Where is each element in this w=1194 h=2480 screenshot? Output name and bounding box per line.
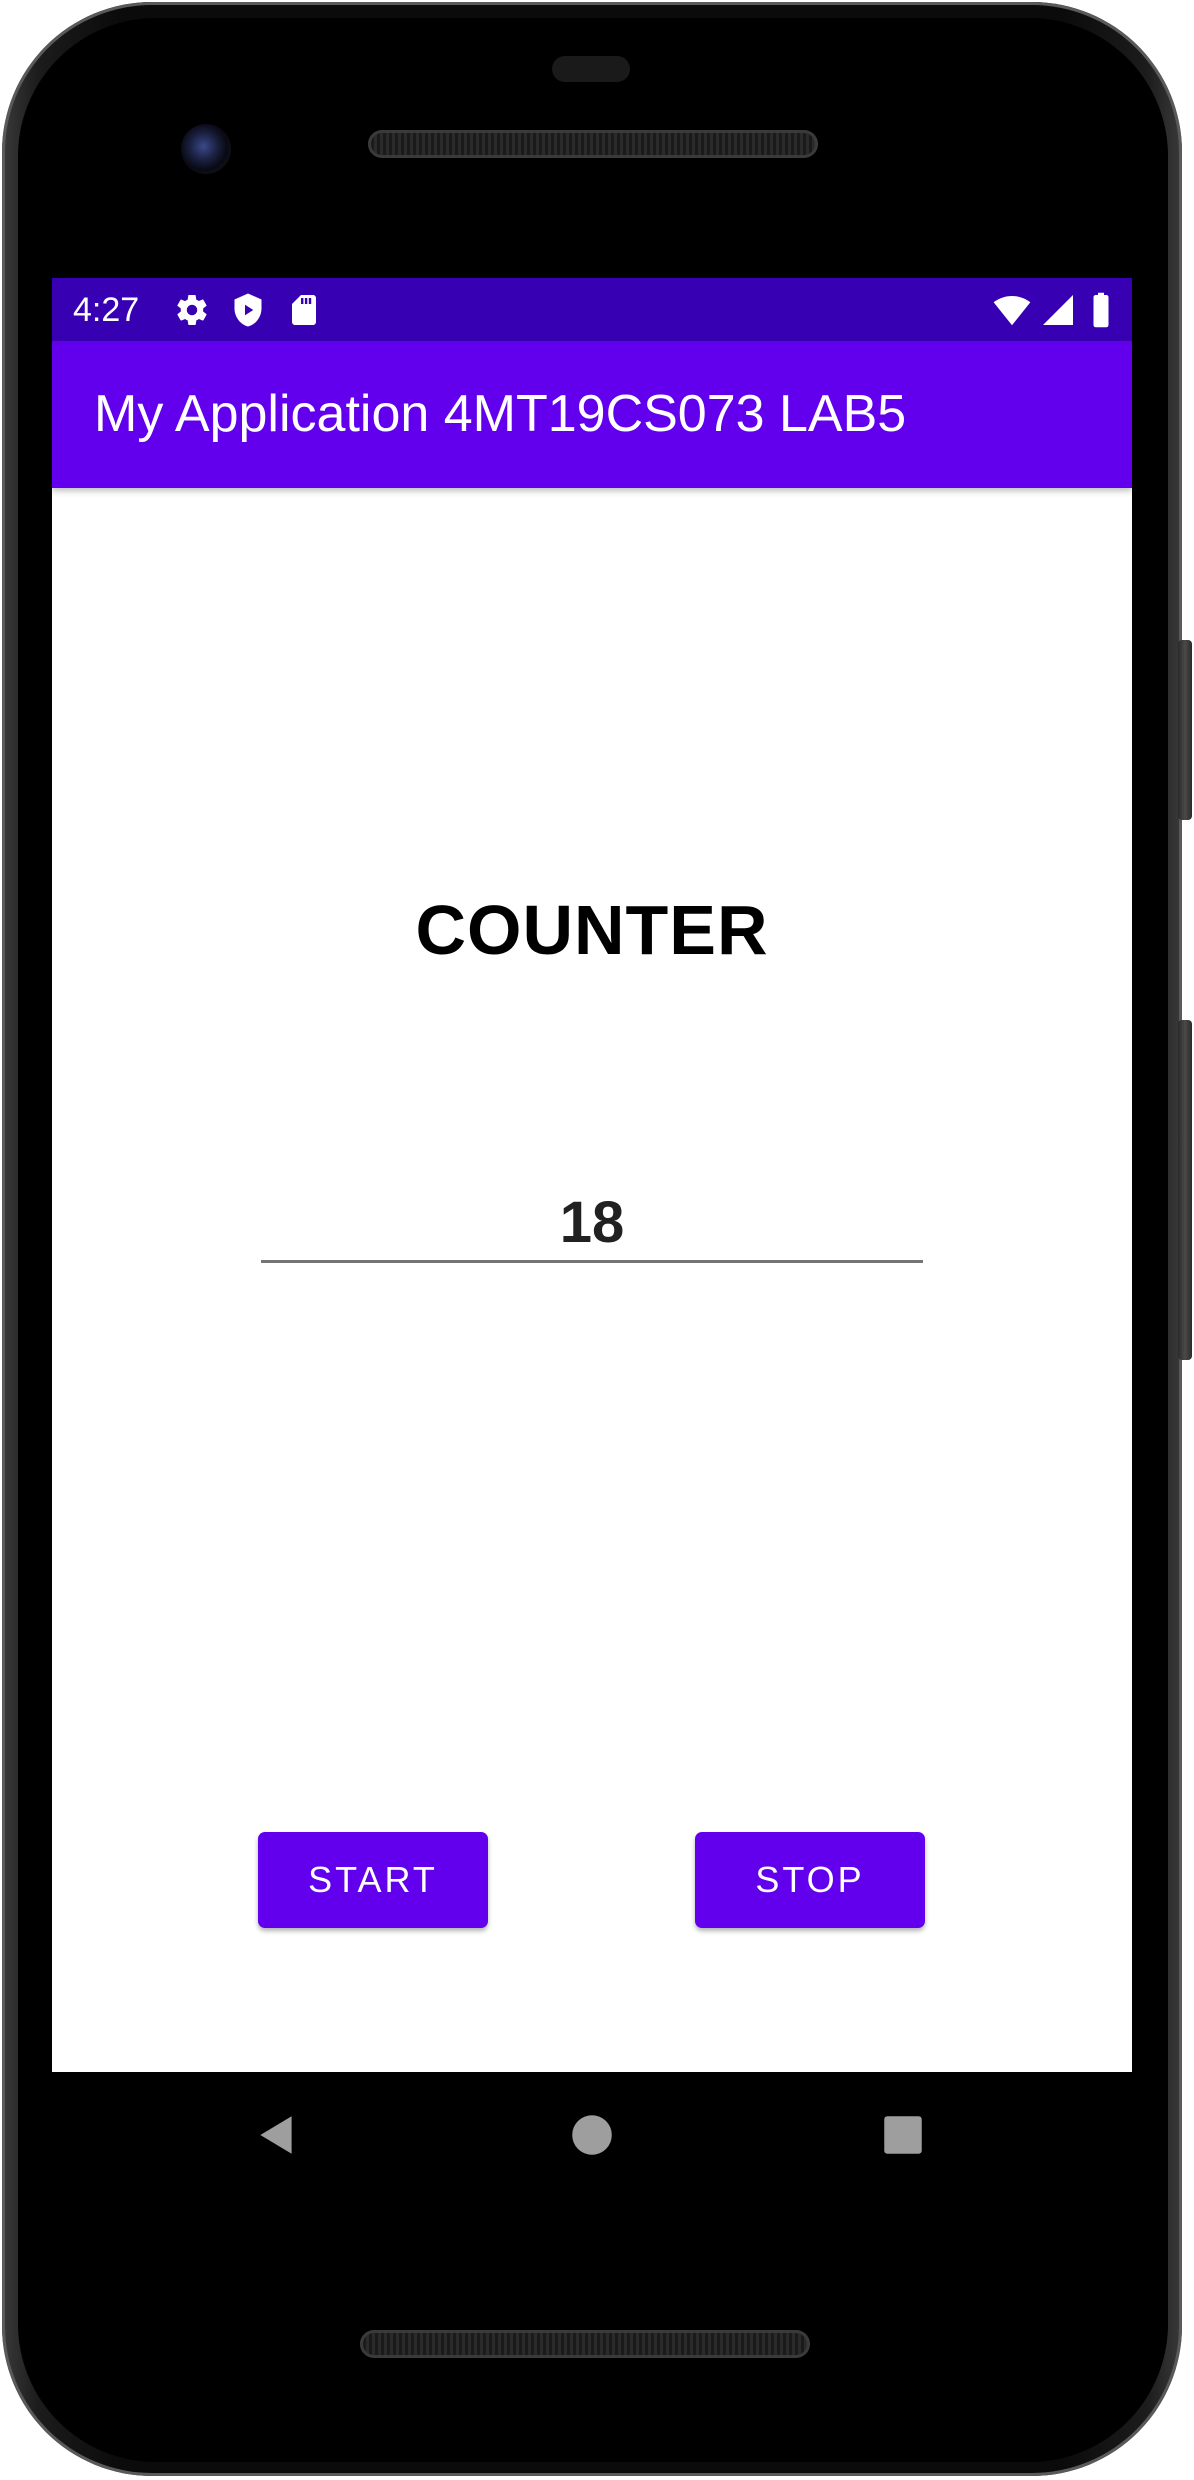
back-icon[interactable]	[252, 2110, 302, 2160]
recents-icon[interactable]	[878, 2110, 928, 2160]
front-camera-icon	[181, 124, 231, 174]
power-button	[1178, 640, 1192, 820]
settings-gear-icon	[177, 295, 207, 326]
earpiece-slot	[552, 56, 630, 82]
start-button[interactable]: START	[258, 1832, 488, 1928]
device-mockup: 4:27 My Application 4MT19CS073 LAB5 COUN…	[0, 0, 1194, 2480]
app-toolbar: My Application 4MT19CS073 LAB5	[52, 341, 1132, 488]
counter-heading: COUNTER	[415, 891, 769, 969]
stop-button[interactable]: STOP	[695, 1832, 925, 1928]
app-title: My Application 4MT19CS073 LAB5	[94, 385, 907, 443]
status-time: 4:27	[73, 291, 140, 329]
play-protect-shield-icon	[234, 293, 262, 327]
wifi-icon	[993, 295, 1031, 326]
app-screen: 4:27 My Application 4MT19CS073 LAB5 COUN…	[52, 278, 1132, 2072]
battery-icon	[1093, 292, 1109, 328]
bottom-speaker-grille	[360, 2330, 810, 2358]
status-bar: 4:27	[52, 278, 1132, 341]
cell-signal-icon	[1043, 295, 1073, 325]
sd-card-icon	[292, 295, 316, 325]
home-icon[interactable]	[567, 2110, 617, 2160]
counter-value-field[interactable]: 18	[261, 1186, 923, 1263]
volume-button	[1178, 1020, 1192, 1360]
top-speaker-grille	[368, 130, 818, 158]
system-nav-bar	[52, 2072, 1132, 2198]
counter-value: 18	[559, 1190, 625, 1255]
